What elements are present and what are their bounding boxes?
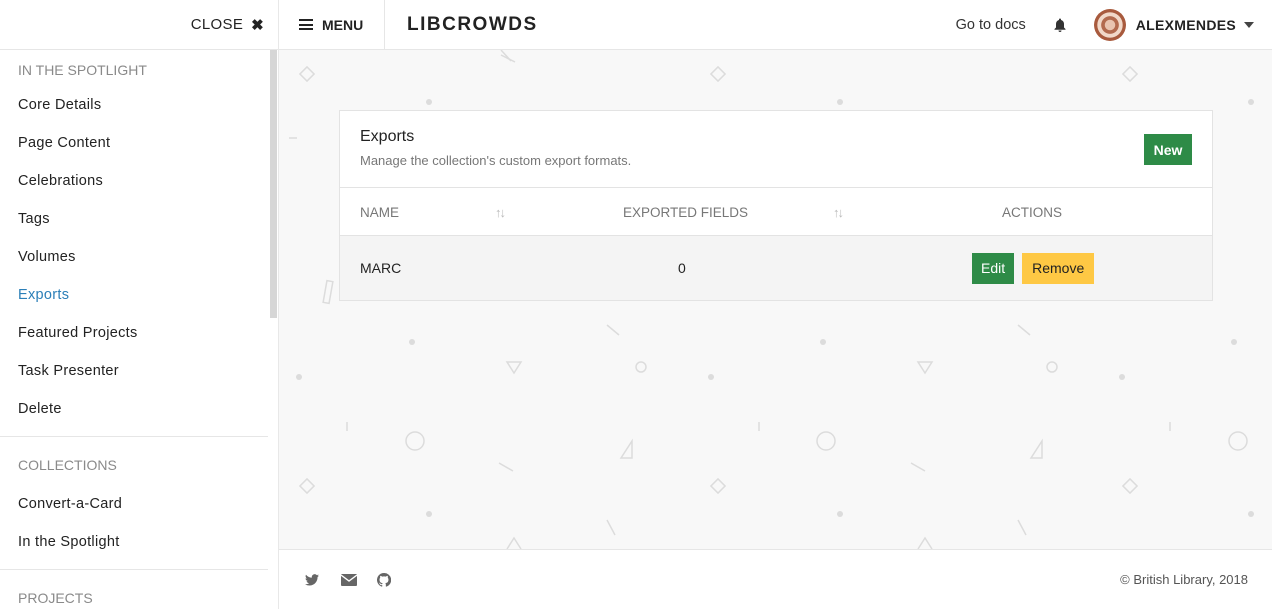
sidebar-item-convert-a-card[interactable]: Convert-a-Card (0, 485, 278, 523)
bell-icon[interactable] (1052, 17, 1068, 33)
sidebar-item-exports[interactable]: Exports (0, 276, 278, 314)
sidebar-section-collections: COLLECTIONS Convert-a-Card In the Spotli… (0, 437, 278, 561)
cell-exported-fields: 0 (678, 260, 686, 276)
close-label: CLOSE (190, 16, 244, 33)
sidebar-item-tags[interactable]: Tags (0, 200, 278, 238)
sidebar-section-projects: PROJECTS (0, 570, 278, 606)
sidebar-header: CLOSE ✖ (0, 0, 278, 50)
column-header-name[interactable]: NAME (360, 188, 399, 236)
row-actions: Edit Remove (972, 236, 1095, 300)
main-content: Exports Manage the collection's custom e… (279, 50, 1272, 549)
top-bar: MENU LIBCROWDS Go to docs ALEXMENDES (279, 0, 1272, 50)
cell-name: MARC (360, 260, 402, 276)
card-header: Exports Manage the collection's custom e… (340, 111, 1212, 188)
column-header-exported-fields[interactable]: EXPORTED FIELDS (623, 188, 748, 236)
sort-name-icon[interactable]: ↑↓ (495, 188, 506, 236)
close-sidebar-button[interactable]: CLOSE ✖ (191, 16, 264, 34)
sidebar-section-spotlight: IN THE SPOTLIGHT Core Details Page Conte… (0, 50, 278, 428)
menu-label: MENU (322, 16, 364, 33)
twitter-icon[interactable] (305, 573, 321, 587)
table-header: NAME ↑↓ EXPORTED FIELDS ↑↓ ACTIONS (340, 188, 1212, 236)
sidebar-item-delete[interactable]: Delete (0, 390, 278, 428)
sidebar-item-core-details[interactable]: Core Details (0, 86, 278, 124)
section-title-spotlight: IN THE SPOTLIGHT (18, 62, 147, 78)
github-icon[interactable] (377, 572, 393, 587)
sort-exported-fields-icon[interactable]: ↑↓ (833, 188, 844, 236)
brand-logo[interactable]: LIBCROWDS (385, 14, 538, 36)
docs-link[interactable]: Go to docs (956, 17, 1026, 33)
user-nav: Go to docs ALEXMENDES (956, 0, 1272, 50)
username[interactable]: ALEXMENDES (1136, 17, 1236, 33)
card-subtitle: Manage the collection's custom export fo… (360, 153, 632, 168)
avatar[interactable] (1093, 8, 1126, 41)
sidebar-scrollbar[interactable] (270, 50, 277, 318)
new-export-button[interactable]: New (1144, 134, 1192, 165)
sidebar-item-celebrations[interactable]: Celebrations (0, 162, 278, 200)
table-row: MARC 0 Edit Remove (340, 236, 1212, 300)
sidebar: CLOSE ✖ IN THE SPOTLIGHT Core Details Pa… (0, 0, 279, 609)
menu-button[interactable]: MENU (279, 0, 385, 50)
envelope-icon[interactable] (341, 573, 357, 587)
section-title-projects: PROJECTS (18, 590, 93, 606)
close-icon: ✖ (251, 16, 264, 34)
section-title-collections: COLLECTIONS (18, 457, 117, 473)
sidebar-item-volumes[interactable]: Volumes (0, 238, 278, 276)
sidebar-item-in-the-spotlight[interactable]: In the Spotlight (0, 523, 278, 561)
copyright: © British Library, 2018 (1120, 572, 1248, 587)
hamburger-icon (299, 19, 313, 30)
footer: © British Library, 2018 (279, 549, 1272, 609)
card-title: Exports (360, 128, 415, 145)
edit-button[interactable]: Edit (972, 252, 1015, 284)
sidebar-item-featured-projects[interactable]: Featured Projects (0, 314, 278, 352)
column-header-actions: ACTIONS (1002, 204, 1063, 220)
remove-button[interactable]: Remove (1022, 252, 1095, 284)
caret-down-icon[interactable] (1244, 21, 1254, 28)
sidebar-item-page-content[interactable]: Page Content (0, 124, 278, 162)
exports-card: Exports Manage the collection's custom e… (339, 110, 1213, 301)
sidebar-item-task-presenter[interactable]: Task Presenter (0, 352, 278, 390)
